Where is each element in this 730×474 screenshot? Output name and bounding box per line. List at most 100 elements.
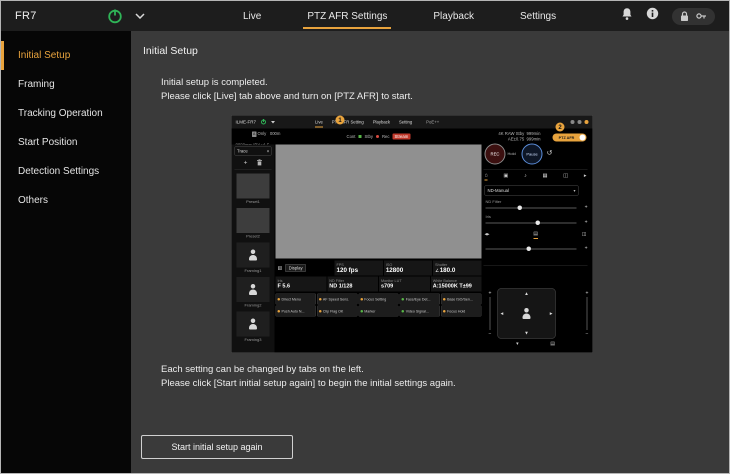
assign-button-focus-setting[interactable]: Focus Setting [358,294,398,305]
slider-knob[interactable] [517,206,522,211]
image-icon[interactable]: ▣ [503,173,508,180]
slider-knob[interactable] [526,247,531,252]
shutter-param[interactable]: Shutter ∠180.0 [433,261,481,276]
zoom-level-slider[interactable] [486,249,577,250]
plus-icon[interactable]: + [585,220,588,226]
notification-bell-icon[interactable] [621,7,633,26]
assign-button-push-auto-nd[interactable]: Push Auto N... [276,306,316,317]
assign-button-base-iso[interactable]: Base ISO/Sen... [441,294,481,305]
sidebar-item-start-position[interactable]: Start Position [1,128,131,157]
arrow-down-icon[interactable]: ▾ [525,331,528,337]
chevron-down-icon[interactable] [135,13,145,19]
framing1-thumbnail[interactable] [237,243,270,268]
mini-tab-live[interactable]: Live [315,116,323,129]
assign-indicator [319,298,322,301]
add-icon[interactable]: + [244,159,248,167]
trash-icon[interactable] [256,159,262,166]
rec-button-label: REC [491,152,500,157]
ptz-joystick[interactable]: ▴ ▾ ◂ ▸ [498,289,556,339]
white-balance-value: A:15000K T±99 [433,283,480,290]
mini-rec-button[interactable]: REC [485,144,506,165]
sidebar-item-detection-settings[interactable]: Detection Settings [1,157,131,186]
stream-badge: Stream [393,134,411,140]
outro-line-2: Please click [Start initial setup again]… [161,377,456,391]
annotation-2-badge: 2 [556,123,565,132]
hold-label: Hold [508,152,516,157]
fr7-web-app-window: FR7 Live PTZ AFR Settings Playback Setti… [0,0,730,474]
mini-poe-status: PoE++ [426,120,439,125]
arrow-left-icon[interactable]: ◂ [501,311,504,317]
reset-icon[interactable]: ↺ [547,149,553,158]
assign-label: Base ISO/Sen... [447,297,473,302]
annotation-1-badge: 1 [336,116,345,125]
sidebar-item-initial-setup[interactable]: Initial Setup [1,41,131,70]
preset1-thumbnail[interactable] [237,174,270,199]
tab-playback[interactable]: Playback [431,1,476,31]
sidebar-item-framing[interactable]: Framing [1,70,131,99]
mini-pause-button[interactable]: Pause [522,144,543,165]
pan-arrows-icon[interactable]: ◂▸ [485,232,490,239]
frame-icon[interactable]: ◫ [582,232,587,239]
arrow-up-icon[interactable]: ▴ [525,291,528,297]
focus-rocker[interactable]: +− [584,291,591,337]
outro-text: Each setting can be changed by tabs on t… [161,363,456,391]
mini-titlebar: ILME-FR7 Live PTZ AFR Setting Playback S… [232,116,593,129]
mini-tab-setting[interactable]: Setting [399,116,412,129]
assign-button-video-signal[interactable]: Video Signal... [400,306,440,317]
iso-param[interactable]: ISO 12800 [384,261,432,276]
info-icon[interactable] [646,7,659,25]
trace-dropdown[interactable]: Trace ▾ [235,147,272,156]
nd-filter-slider-label: ND Filter [486,200,502,205]
start-initial-setup-again-button[interactable]: Start initial setup again [141,435,293,459]
iris-slider[interactable] [486,223,577,224]
assign-button-direct-menu[interactable]: Direct Menu [276,294,316,305]
iris-param[interactable]: Iris F 5.6 [276,277,327,292]
framing1-label: Framing1 [232,269,275,274]
security-status-pill[interactable] [672,8,715,25]
arrow-right-icon[interactable]: ▸ [550,311,553,317]
ptz-afr-toggle[interactable]: PTZ AFR [553,134,587,142]
assign-button-focus-hold[interactable]: Focus Hold [441,306,481,317]
menu-icon[interactable]: ▤ [550,342,555,349]
speed-icon[interactable]: ▾ [516,342,519,349]
nd-filter-param[interactable]: ND Filter ND 1/128 [327,277,378,292]
audio-icon[interactable]: ♪ [524,173,527,180]
nd-filter-value: ND 1/128 [329,283,376,290]
assign-button-face-eye-det[interactable]: Face/Eye Det... [400,294,440,305]
mini-tab-playback[interactable]: Playback [373,116,390,129]
home-icon[interactable]: ⌂ [485,173,488,181]
panel-icon[interactable]: ◫ [563,173,568,180]
assign-indicator [319,310,322,313]
mini-titlebar-icons [571,120,589,124]
white-balance-param[interactable]: White Balance A:15000K T±99 [431,277,482,292]
tab-ptz-afr-settings[interactable]: PTZ AFR Settings [305,1,389,31]
assign-button-clip-flag-ok[interactable]: Clip Flag OK [317,306,357,317]
nd-mode-dropdown[interactable]: ND-Manual ▾ [485,186,579,196]
tab-settings[interactable]: Settings [518,1,558,31]
assign-button-af-speed-sens[interactable]: AF Speed Sens. [317,294,357,305]
plus-icon[interactable]: + [585,246,588,252]
monitor-lut-param[interactable]: Monitor LUT s709 [379,277,430,292]
nd-filter-slider[interactable] [486,208,577,209]
tab-live[interactable]: Live [241,1,263,31]
mini-control-icons: ◂▸ ▤ ◫ [485,232,587,240]
chevron-right-icon[interactable]: ▸ [584,173,587,180]
divider [484,266,588,267]
slider-knob[interactable] [536,221,541,226]
sidebar-item-tracking-operation[interactable]: Tracking Operation [1,99,131,128]
assign-label: Focus Setting [364,297,386,302]
assign-button-marker[interactable]: Marker [358,306,398,317]
grid-icon[interactable]: ▦ [542,173,547,180]
framing2-label: Framing2 [232,303,275,308]
plus-icon: + [489,291,492,297]
framing3-thumbnail[interactable] [237,312,270,337]
pan-tilt-icon[interactable]: ▤ [533,232,538,240]
fps-param[interactable]: FPS 120 fps [335,261,383,276]
plus-icon[interactable]: + [585,205,588,211]
sidebar-item-others[interactable]: Others [1,186,131,215]
zoom-rocker[interactable]: +− [487,291,494,337]
display-button[interactable]: Display [285,264,306,272]
framing2-thumbnail[interactable] [237,277,270,302]
preset2-thumbnail[interactable] [237,208,270,233]
power-button[interactable] [107,8,123,24]
